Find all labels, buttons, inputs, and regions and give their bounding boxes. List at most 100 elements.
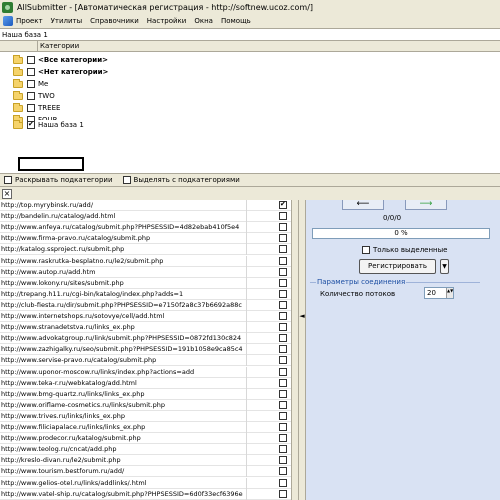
table-row[interactable]: http://www.uponor-moscow.ru/links/index.… (0, 366, 291, 378)
table-row[interactable]: http://www.zazhigalky.ru/seo/submit.php?… (0, 344, 291, 356)
row-checkbox[interactable] (279, 267, 287, 276)
table-row[interactable]: http://www.prodecor.ru/katalog/submit.ph… (0, 433, 291, 445)
tree-checkbox-checked[interactable] (27, 120, 35, 129)
table-row[interactable]: http://www.gelios-otel.ru/links/addlinks… (0, 477, 291, 489)
tree-item-label: Me (38, 80, 49, 88)
tree-item[interactable]: TWO (0, 91, 500, 102)
menu-project[interactable]: Проект (16, 17, 43, 25)
table-row[interactable]: http://www.lokony.ru/sites/submit.php (0, 277, 291, 289)
register-button[interactable]: Регистрировать (359, 259, 436, 274)
row-checkbox[interactable] (279, 256, 287, 265)
menu-references[interactable]: Справочники (90, 17, 139, 25)
document-icon[interactable] (3, 15, 13, 26)
table-row[interactable]: http://bandelin.ru/catalog/add.html (0, 211, 291, 223)
tree-checkbox[interactable] (27, 56, 35, 64)
row-checkbox[interactable] (279, 345, 287, 354)
folder-icon (13, 91, 23, 100)
row-checkbox[interactable] (279, 334, 287, 343)
row-checkbox[interactable] (279, 323, 287, 332)
table-row[interactable]: http://kreslo-divan.ru/le2/submit.php (0, 455, 291, 467)
tree-checkbox[interactable] (27, 68, 35, 76)
row-checkbox[interactable] (279, 223, 287, 232)
collapse-arrow-icon[interactable]: ◄ (299, 312, 305, 320)
menu-utilities[interactable]: Утилиты (51, 17, 83, 25)
threads-spinner[interactable]: 20 ▲▼ (424, 287, 454, 299)
row-checkbox[interactable] (279, 245, 287, 254)
folder-icon (13, 103, 23, 112)
table-row[interactable]: http://www.vatel-ship.ru/catalog/submit.… (0, 488, 291, 500)
table-row[interactable]: http://www.filiciapalace.ru/links/links_… (0, 422, 291, 433)
row-checkbox[interactable] (279, 378, 287, 387)
back-button[interactable]: ⟵ (342, 200, 384, 210)
table-row[interactable]: http://www.teka-r.ru/webkatalog/add.html (0, 377, 291, 389)
register-dropdown-button[interactable]: ▼ (440, 259, 449, 274)
table-row[interactable]: http://www.firma-pravo.ru/catalog/submit… (0, 233, 291, 245)
tree-item[interactable]: TREEE (0, 103, 500, 114)
expand-subcategories-option[interactable]: Раскрывать подкатегории (4, 176, 113, 184)
row-checkbox[interactable] (279, 356, 287, 365)
table-row[interactable]: http://www.anfeya.ru/catalog/submit.php?… (0, 222, 291, 234)
only-selected-checkbox[interactable] (362, 246, 370, 254)
row-checkbox[interactable] (279, 367, 287, 376)
row-checkbox[interactable] (279, 312, 287, 320)
splitter[interactable]: ◄ (298, 200, 306, 500)
tree-item[interactable]: <Нет категории> (0, 67, 500, 78)
url-list[interactable]: http://top.myrybinsk.ru/add/http://bande… (0, 200, 292, 500)
table-row[interactable]: http://www.autop.ru/add.htm (0, 266, 291, 278)
only-selected-option[interactable]: Только выделенные (362, 246, 447, 254)
row-checkbox[interactable] (279, 234, 287, 243)
row-checkbox[interactable] (279, 489, 287, 498)
url-cell: http://bandelin.ru/catalog/add.html (1, 211, 247, 223)
row-checkbox[interactable] (279, 456, 287, 465)
table-row[interactable]: http://www.tourism.bestforum.ru/add/ (0, 466, 291, 478)
row-checkbox[interactable] (279, 389, 287, 398)
row-checkbox[interactable] (279, 212, 287, 221)
row-checkbox[interactable] (279, 445, 287, 454)
row-checkbox[interactable] (279, 278, 287, 287)
table-row[interactable]: http://www.bmg-quartz.ru/links/links_ex.… (0, 388, 291, 400)
menu-windows[interactable]: Окна (194, 17, 213, 25)
spinner-arrows-icon[interactable]: ▲▼ (446, 288, 453, 298)
table-row[interactable]: http://www.raskrutka-besplatno.ru/le2/su… (0, 255, 291, 267)
table-row[interactable]: http://www.teolog.ru/cncat/add.php (0, 444, 291, 456)
row-checkbox[interactable] (279, 300, 287, 309)
table-row[interactable]: http://www.oriflame-cosmetics.ru/links/s… (0, 399, 291, 411)
menu-help[interactable]: Помощь (221, 17, 251, 25)
row-checkbox[interactable] (279, 400, 287, 409)
url-cell: http://www.servise-pravo.ru/catalog/subm… (1, 355, 247, 367)
table-row[interactable]: http://www.trives.ru/links/links_ex.php (0, 410, 291, 422)
expand-subcategories-checkbox[interactable] (4, 176, 12, 184)
table-row[interactable]: http://katalog.ssproject.ru/submit.php (0, 244, 291, 256)
url-cell: http://www.internetshops.ru/sotovye/cell… (1, 311, 247, 322)
row-checkbox[interactable] (279, 411, 287, 420)
row-checkbox[interactable] (279, 423, 287, 431)
table-row[interactable]: http://www.internetshops.ru/sotovye/cell… (0, 311, 291, 322)
forward-button[interactable]: ⟶ (405, 200, 447, 210)
menu-settings[interactable]: Настройки (147, 17, 187, 25)
select-with-subcategories-option[interactable]: Выделять с подкатегориями (122, 176, 240, 184)
row-checkbox[interactable] (279, 289, 287, 298)
url-cell: http://www.raskrutka-besplatno.ru/le2/su… (1, 255, 247, 267)
tree-item-selected[interactable]: Наша база 1 (0, 120, 500, 131)
table-row[interactable]: http://www.advokatgroup.ru/link/submit.p… (0, 333, 291, 345)
select-with-subcategories-checkbox[interactable] (122, 176, 131, 184)
table-row[interactable]: http://trepang.h11.ru/cgi-bin/katalog/in… (0, 288, 291, 300)
progress-text: 0 % (394, 229, 408, 237)
row-checkbox[interactable] (279, 434, 287, 443)
row-checkbox[interactable] (279, 478, 287, 487)
row-checkbox-checked[interactable] (279, 200, 287, 209)
tree-item[interactable]: <Все категории> (0, 55, 500, 66)
tree-column-header[interactable]: Категории (37, 41, 79, 52)
url-cell: http://www.anfeya.ru/catalog/submit.php?… (1, 222, 247, 234)
tree-checkbox[interactable] (27, 104, 35, 112)
tree-checkbox[interactable] (27, 92, 35, 100)
tree-checkbox[interactable] (27, 80, 35, 88)
row-checkbox[interactable] (279, 467, 287, 476)
table-row[interactable]: http://club-fiesta.ru/dir/submit.php?PHP… (0, 299, 291, 311)
tree-item[interactable]: Me (0, 79, 500, 90)
close-icon[interactable]: × (2, 189, 12, 199)
table-row[interactable]: http://www.servise-pravo.ru/catalog/subm… (0, 355, 291, 367)
table-row[interactable]: http://www.stranadetstva.ru/links_ex.php (0, 322, 291, 334)
table-row[interactable]: http://top.myrybinsk.ru/add/ (0, 200, 291, 211)
url-cell: http://top.myrybinsk.ru/add/ (1, 200, 247, 211)
